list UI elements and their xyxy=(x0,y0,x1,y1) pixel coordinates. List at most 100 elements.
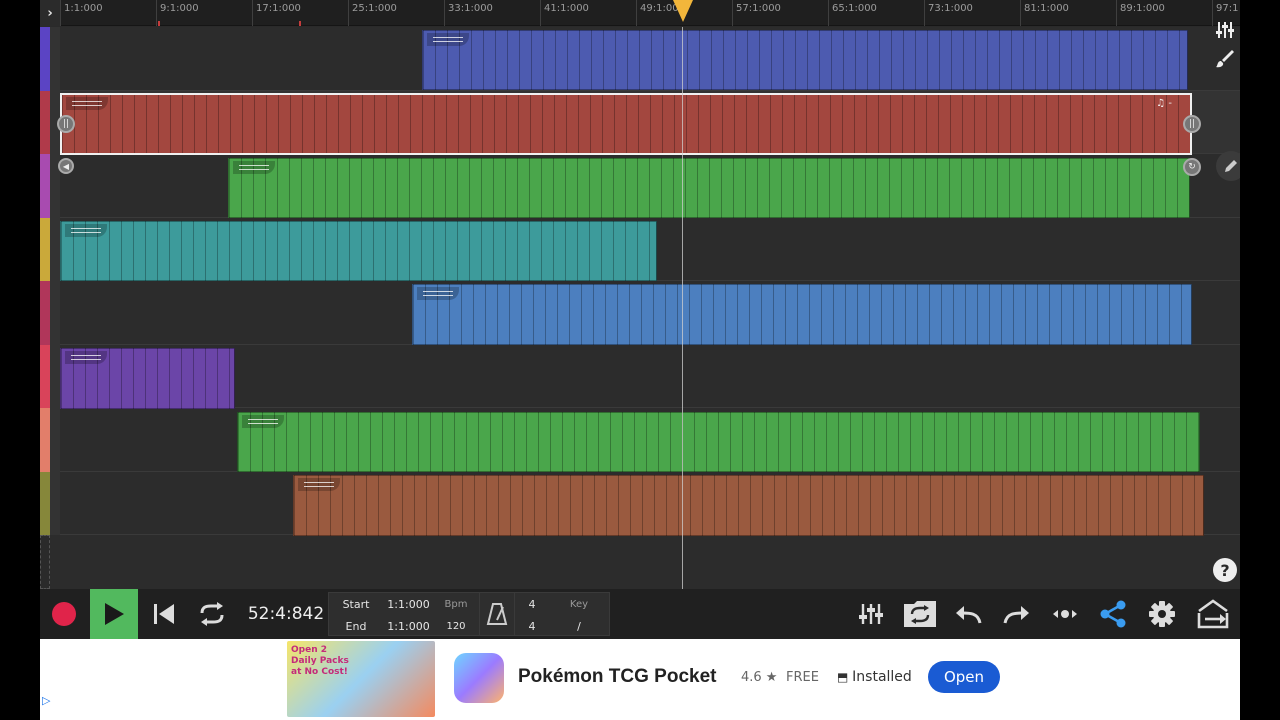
pattern-clip[interactable] xyxy=(60,348,235,409)
clip-resize-right-icon[interactable]: || xyxy=(1183,115,1201,133)
export-icon xyxy=(1197,599,1229,629)
clip-drag-handle-icon[interactable] xyxy=(65,351,107,364)
play-icon xyxy=(105,603,124,625)
end-value[interactable]: 1:1:000 xyxy=(381,620,436,633)
loop-record-button[interactable] xyxy=(901,598,939,630)
ad-banner[interactable]: Open 2 Daily Packs at No Cost! Pokémon T… xyxy=(40,639,1240,720)
ad-choices-icon[interactable]: ▷ xyxy=(42,694,54,710)
ruler-tick: 65:1:000 xyxy=(828,0,877,26)
app-root: › 1:1:000 9:1:000 17:1:000 25:1:000 33:1… xyxy=(40,0,1240,720)
help-icon[interactable]: ? xyxy=(1213,558,1237,582)
loop-icon xyxy=(200,602,224,626)
ruler-tick: 1:1:000 xyxy=(60,0,103,26)
song-position[interactable]: 52:4:842 xyxy=(246,589,326,639)
loop-start-marker[interactable] xyxy=(158,21,160,26)
key-label: Key xyxy=(569,599,589,610)
loop-end-marker[interactable] xyxy=(299,21,301,26)
pattern-clip[interactable] xyxy=(228,158,1190,218)
start-value[interactable]: 1:1:000 xyxy=(381,598,436,611)
clip-drag-handle-icon[interactable] xyxy=(298,478,340,491)
pattern-clip-selected[interactable]: ♫ - xyxy=(60,93,1192,155)
bpm-label: Bpm xyxy=(444,599,468,610)
start-label: Start xyxy=(342,598,370,611)
ruler-tick: 81:1:000 xyxy=(1020,0,1069,26)
playhead-handle[interactable] xyxy=(673,0,693,22)
pattern-clip[interactable] xyxy=(60,221,657,281)
track-row xyxy=(60,345,1240,408)
playhead-line xyxy=(682,27,683,616)
track-color-5[interactable] xyxy=(40,281,50,345)
clip-drag-handle-icon[interactable] xyxy=(66,97,108,110)
track-color-1[interactable] xyxy=(40,27,50,91)
redo-button[interactable] xyxy=(1001,598,1033,630)
share-button[interactable] xyxy=(1097,598,1129,630)
expand-toggle-icon[interactable]: › xyxy=(40,0,60,26)
record-icon xyxy=(52,602,76,626)
edit-icon[interactable] xyxy=(1216,151,1240,181)
undo-icon xyxy=(956,606,982,624)
record-button[interactable] xyxy=(40,589,88,639)
add-track-slot[interactable] xyxy=(40,535,50,589)
loop-button[interactable] xyxy=(188,589,236,639)
clip-note-badge: ♫ - xyxy=(1156,98,1172,109)
track-color-4[interactable] xyxy=(40,218,50,281)
ad-installed: ⬒ Installed xyxy=(837,669,912,685)
bpm-value[interactable]: 120 xyxy=(436,621,476,632)
mixer-button[interactable] xyxy=(855,598,887,630)
pattern-clip[interactable] xyxy=(412,284,1192,345)
ad-promo-image[interactable]: Open 2 Daily Packs at No Cost! xyxy=(287,641,435,717)
clip-drag-handle-icon[interactable] xyxy=(242,415,284,428)
ruler-tick: 17:1:000 xyxy=(252,0,301,26)
app-icon[interactable] xyxy=(454,653,504,703)
ad-installed-label: Installed xyxy=(852,669,912,685)
more-button[interactable] xyxy=(1049,598,1081,630)
track-color-6[interactable] xyxy=(40,345,50,408)
share-icon xyxy=(1100,600,1126,628)
transport-bar: 52:4:842 Start 1:1:000 Bpm End 1:1:000 1… xyxy=(40,589,1240,639)
time-sig-bottom[interactable]: 4 xyxy=(517,620,547,633)
installed-check-icon: ⬒ xyxy=(837,670,853,684)
ad-open-button[interactable]: Open xyxy=(928,661,1000,693)
brush-icon[interactable] xyxy=(1213,46,1237,70)
ad-promo-text: Open 2 Daily Packs at No Cost! xyxy=(291,645,349,677)
ad-title[interactable]: Pokémon TCG Pocket xyxy=(518,666,717,688)
undo-button[interactable] xyxy=(952,598,984,630)
track-color-2[interactable] xyxy=(40,91,50,154)
clip-drag-handle-icon[interactable] xyxy=(233,161,275,174)
ruler-tick: 41:1:000 xyxy=(540,0,589,26)
timeline-ruler[interactable]: › 1:1:000 9:1:000 17:1:000 25:1:000 33:1… xyxy=(40,0,1240,26)
export-button[interactable] xyxy=(1195,598,1231,630)
clip-mute-icon[interactable]: ◀ xyxy=(58,158,74,174)
redo-icon xyxy=(1003,606,1029,624)
time-sig-top[interactable]: 4 xyxy=(517,598,547,611)
ad-price: FREE xyxy=(786,670,819,685)
clip-resize-left-icon[interactable]: || xyxy=(57,115,75,133)
metronome-icon[interactable] xyxy=(479,593,515,635)
loop-record-icon xyxy=(904,601,936,627)
rewind-button[interactable] xyxy=(140,589,188,639)
play-button[interactable] xyxy=(90,589,138,639)
ruler-tick: 9:1:000 xyxy=(156,0,199,26)
track-color-8[interactable] xyxy=(40,472,50,535)
clip-drag-handle-icon[interactable] xyxy=(417,287,459,300)
ruler-tick: 89:1:000 xyxy=(1116,0,1165,26)
pattern-clip[interactable] xyxy=(293,475,1204,536)
ad-rating: 4.6 ★ xyxy=(741,670,778,685)
track-area[interactable]: ♫ - || || ◀ ↻ ? xyxy=(40,22,1240,616)
pattern-clip[interactable] xyxy=(237,412,1200,472)
clip-drag-handle-icon[interactable] xyxy=(427,33,469,46)
clip-drag-handle-icon[interactable] xyxy=(65,224,107,237)
ruler-tick: 57:1:000 xyxy=(732,0,781,26)
track-color-7[interactable] xyxy=(40,408,50,472)
mixer-icon xyxy=(859,604,883,624)
song-info-panel[interactable]: Start 1:1:000 Bpm End 1:1:000 120 4 4 Ke… xyxy=(328,592,610,636)
pattern-clip[interactable] xyxy=(422,30,1188,90)
clip-loop-icon[interactable]: ↻ xyxy=(1183,158,1201,176)
settings-button[interactable] xyxy=(1146,598,1178,630)
more-icon xyxy=(1053,610,1077,618)
mixer-icon[interactable] xyxy=(1213,18,1237,42)
key-value[interactable]: / xyxy=(551,620,607,633)
skip-to-start-icon xyxy=(154,604,174,624)
track-color-3[interactable] xyxy=(40,154,50,218)
ruler-tick: 25:1:000 xyxy=(348,0,397,26)
